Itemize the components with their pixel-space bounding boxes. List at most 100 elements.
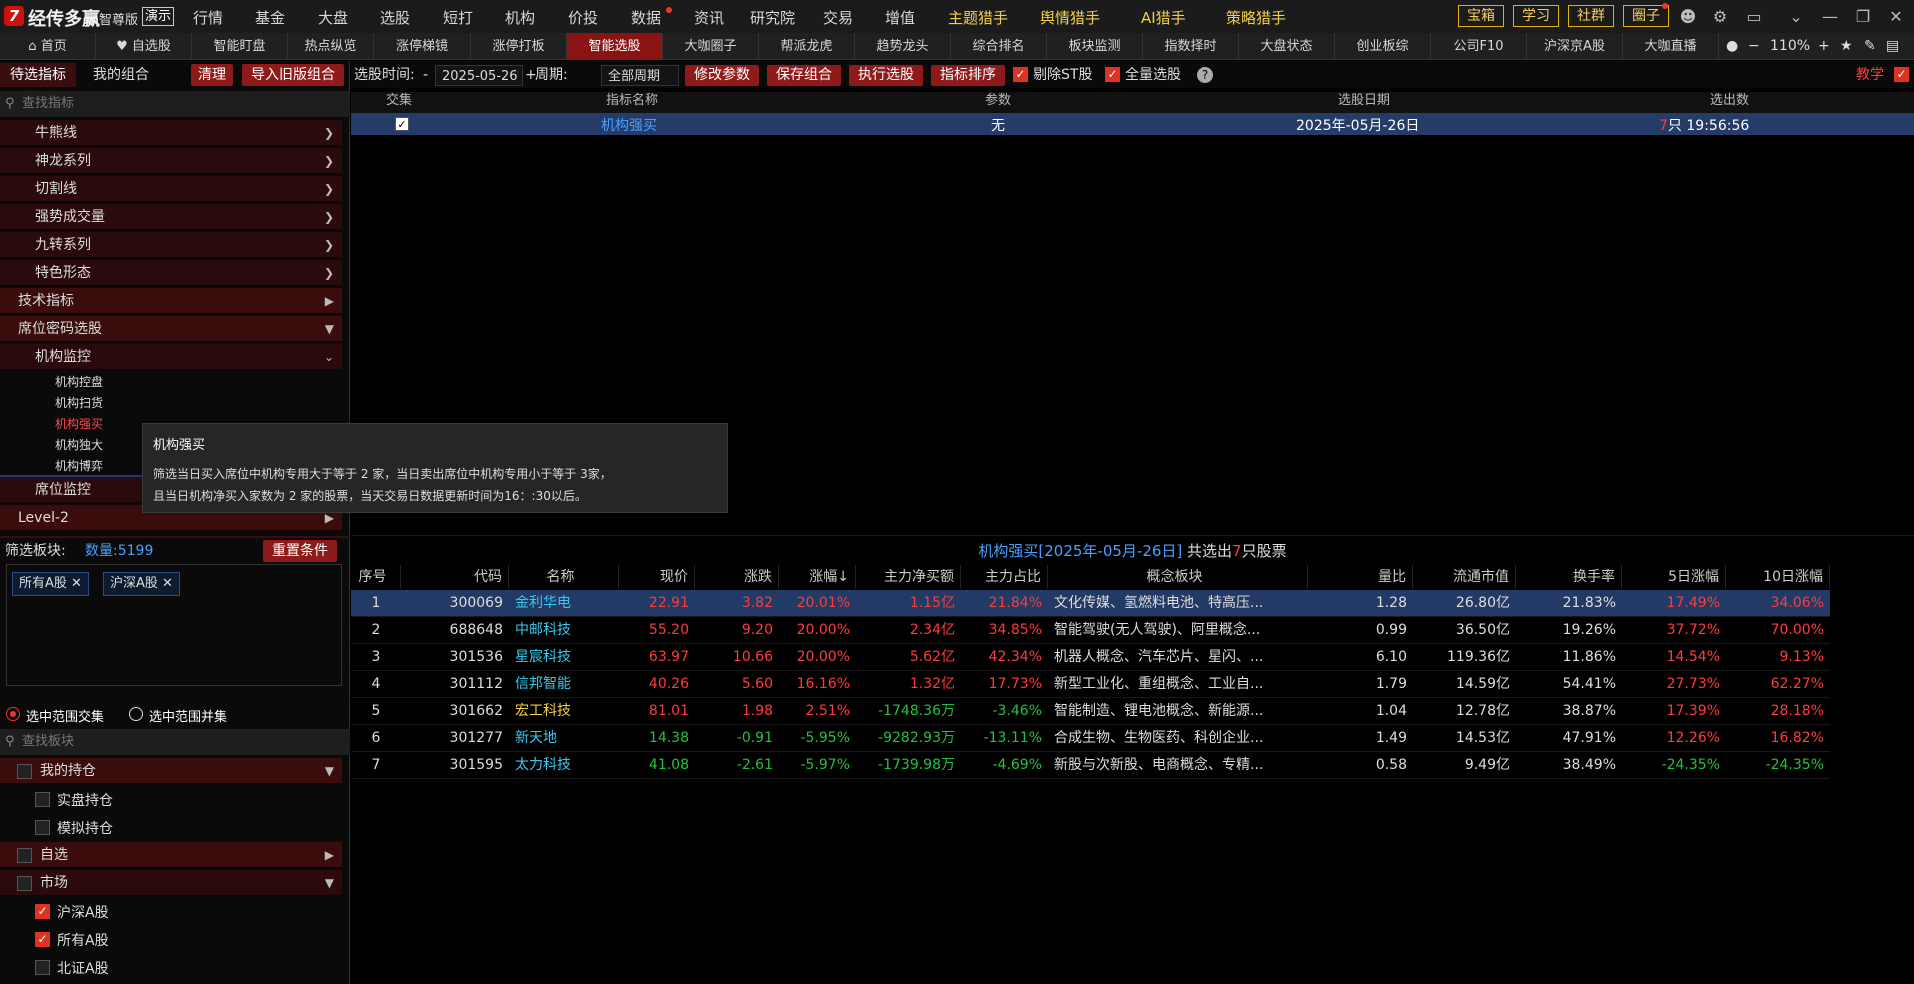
col-header-3[interactable]: 现价	[619, 565, 695, 589]
top-nav-0[interactable]: 行情	[193, 7, 223, 28]
top-nav-8[interactable]: 资讯	[694, 7, 724, 28]
top-nav-4[interactable]: 短打	[443, 7, 473, 28]
tab-12[interactable]: 指数择时	[1143, 33, 1239, 60]
help-icon[interactable]: ?	[1197, 67, 1213, 83]
date-input[interactable]: 2025-05-26	[435, 65, 523, 86]
leaf-institution-sweep[interactable]: 机构扫货	[55, 393, 103, 414]
top-nav-9[interactable]: 研究院	[750, 7, 795, 28]
col-header-11[interactable]: 换手率	[1516, 565, 1622, 589]
tab-my-combo[interactable]: 我的组合	[80, 63, 162, 87]
leaf-institution-control[interactable]: 机构控盘	[55, 372, 103, 393]
top-btn-treasure[interactable]: 宝箱	[1458, 5, 1504, 27]
group-market[interactable]: 市场 ▼	[0, 870, 342, 896]
condition-row[interactable]: ✓ 机构强买 无 2025年-05月-26日 7只 19:56:56	[351, 113, 1914, 135]
leaf-institution-game[interactable]: 机构博弈	[55, 456, 103, 477]
col-header-1[interactable]: 代码	[401, 565, 509, 589]
tree-item-special-pattern[interactable]: 特色形态 ❯	[0, 260, 342, 286]
tree-item-cut-line[interactable]: 切割线 ❯	[0, 176, 342, 202]
cell-name[interactable]: 太力科技	[509, 752, 619, 778]
chevron-down-icon[interactable]: ⌄	[1786, 7, 1806, 27]
top-btn-community[interactable]: 社群	[1568, 5, 1614, 27]
tab-6[interactable]: 智能选股	[567, 33, 663, 60]
import-old-combo-button[interactable]: 导入旧版组合	[242, 64, 344, 86]
top-btn-learn[interactable]: 学习	[1513, 5, 1559, 27]
checkbox-bse-a[interactable]	[35, 960, 50, 975]
cell-name[interactable]: 宏工科技	[509, 698, 619, 724]
checkbox-shsz-a[interactable]: ✓	[35, 904, 50, 919]
zoom-in-icon[interactable]: +	[1818, 33, 1830, 60]
col-header-8[interactable]: 概念板块	[1048, 565, 1308, 589]
top-nav-hunter-2[interactable]: AI猎手	[1141, 7, 1186, 28]
top-nav-hunter-1[interactable]: 舆情猎手	[1040, 7, 1100, 28]
date-decrement-icon[interactable]: -	[423, 65, 428, 85]
sector-search-input[interactable]: ⚲ 查找板块	[0, 729, 350, 755]
top-nav-10[interactable]: 交易	[823, 7, 853, 28]
col-header-13[interactable]: 10日涨幅	[1726, 565, 1830, 589]
tab-5[interactable]: 涨停打板	[471, 33, 567, 60]
window-icon[interactable]: ▭	[1744, 7, 1764, 27]
restore-icon[interactable]: ❐	[1853, 7, 1873, 27]
tab-10[interactable]: 综合排名	[951, 33, 1047, 60]
tab-4[interactable]: 涨停梯镜	[374, 33, 471, 60]
top-nav-3[interactable]: 选股	[380, 7, 410, 28]
tree-item-nine-turn[interactable]: 九转系列 ❯	[0, 232, 342, 258]
indicator-search-input[interactable]: ⚲ 查找指标	[0, 91, 350, 117]
top-nav-11[interactable]: 增值	[885, 7, 915, 28]
tab-1[interactable]: ♥ 自选股	[96, 33, 192, 60]
top-nav-7[interactable]: 数据	[631, 7, 661, 28]
tab-16[interactable]: 沪深京A股	[1527, 33, 1623, 60]
tree-item-seat-code[interactable]: 席位密码选股 ▼	[0, 316, 342, 342]
gear-icon[interactable]: ⚙	[1710, 7, 1730, 27]
cell-name[interactable]: 信邦智能	[509, 671, 619, 697]
top-nav-6[interactable]: 价投	[568, 7, 598, 28]
tree-item-tech-indicators[interactable]: 技术指标 ▶	[0, 288, 342, 314]
tree-item-strong-volume[interactable]: 强势成交量 ❯	[0, 204, 342, 230]
save-combo-button[interactable]: 保存组合	[767, 65, 841, 86]
checkbox-market[interactable]	[17, 876, 32, 891]
radio-union[interactable]	[129, 707, 143, 721]
checkbox-watchlist[interactable]	[17, 848, 32, 863]
tab-15[interactable]: 公司F10	[1431, 33, 1527, 60]
leaf-institution-strong-buy[interactable]: 机构强买	[55, 414, 103, 435]
layout-icon[interactable]: ▤	[1886, 33, 1899, 60]
tree-item-institution-monitor[interactable]: 机构监控 ⌄	[0, 344, 342, 370]
close-icon[interactable]: ✕	[1886, 7, 1906, 27]
leaf-institution-dominant[interactable]: 机构独大	[55, 435, 103, 456]
checkbox-my-holdings[interactable]	[17, 764, 32, 779]
checkbox-all-select[interactable]: ✓	[1105, 67, 1120, 82]
close-icon[interactable]: ✕	[71, 576, 82, 591]
tab-11[interactable]: 板块监测	[1047, 33, 1143, 60]
tab-2[interactable]: 智能盯盘	[192, 33, 288, 60]
checkbox-real-holdings[interactable]	[35, 792, 50, 807]
tab-9[interactable]: 趋势龙头	[855, 33, 951, 60]
tab-14[interactable]: 创业板综	[1335, 33, 1431, 60]
info-icon[interactable]: ●	[1726, 33, 1738, 60]
checkbox-exclude-st[interactable]: ✓	[1013, 67, 1028, 82]
col-header-2[interactable]: 名称	[509, 565, 619, 589]
user-icon[interactable]: ☻	[1678, 7, 1698, 27]
reset-conditions-button[interactable]: 重置条件	[263, 540, 337, 562]
top-nav-2[interactable]: 大盘	[318, 7, 348, 28]
radio-intersection[interactable]	[6, 707, 20, 721]
checkbox-condition[interactable]: ✓	[395, 117, 409, 131]
top-nav-1[interactable]: 基金	[255, 7, 285, 28]
indicator-sort-button[interactable]: 指标排序	[931, 65, 1005, 86]
tab-17[interactable]: 大咖直播	[1623, 33, 1719, 60]
teach-toggle[interactable]: ✓	[1894, 67, 1909, 82]
clear-button[interactable]: 清理	[191, 64, 233, 86]
cell-name[interactable]: 中邮科技	[509, 617, 619, 643]
cell-name[interactable]: 新天地	[509, 725, 619, 751]
tab-0[interactable]: ⌂ 首页	[0, 33, 96, 60]
top-nav-hunter-3[interactable]: 策略猎手	[1226, 7, 1286, 28]
top-nav-hunter-0[interactable]: 主题猎手	[948, 7, 1008, 28]
close-icon[interactable]: ✕	[162, 576, 173, 591]
tab-3[interactable]: 热点纵览	[288, 33, 374, 60]
execute-select-button[interactable]: 执行选股	[849, 65, 923, 86]
col-header-6[interactable]: 主力净买额	[856, 565, 961, 589]
col-header-10[interactable]: 流通市值	[1413, 565, 1516, 589]
group-watchlist[interactable]: 自选 ▶	[0, 842, 342, 868]
top-nav-5[interactable]: 机构	[505, 7, 535, 28]
cell-name[interactable]: 星宸科技	[509, 644, 619, 670]
col-header-9[interactable]: 量比	[1308, 565, 1413, 589]
minimize-icon[interactable]: —	[1820, 7, 1840, 27]
